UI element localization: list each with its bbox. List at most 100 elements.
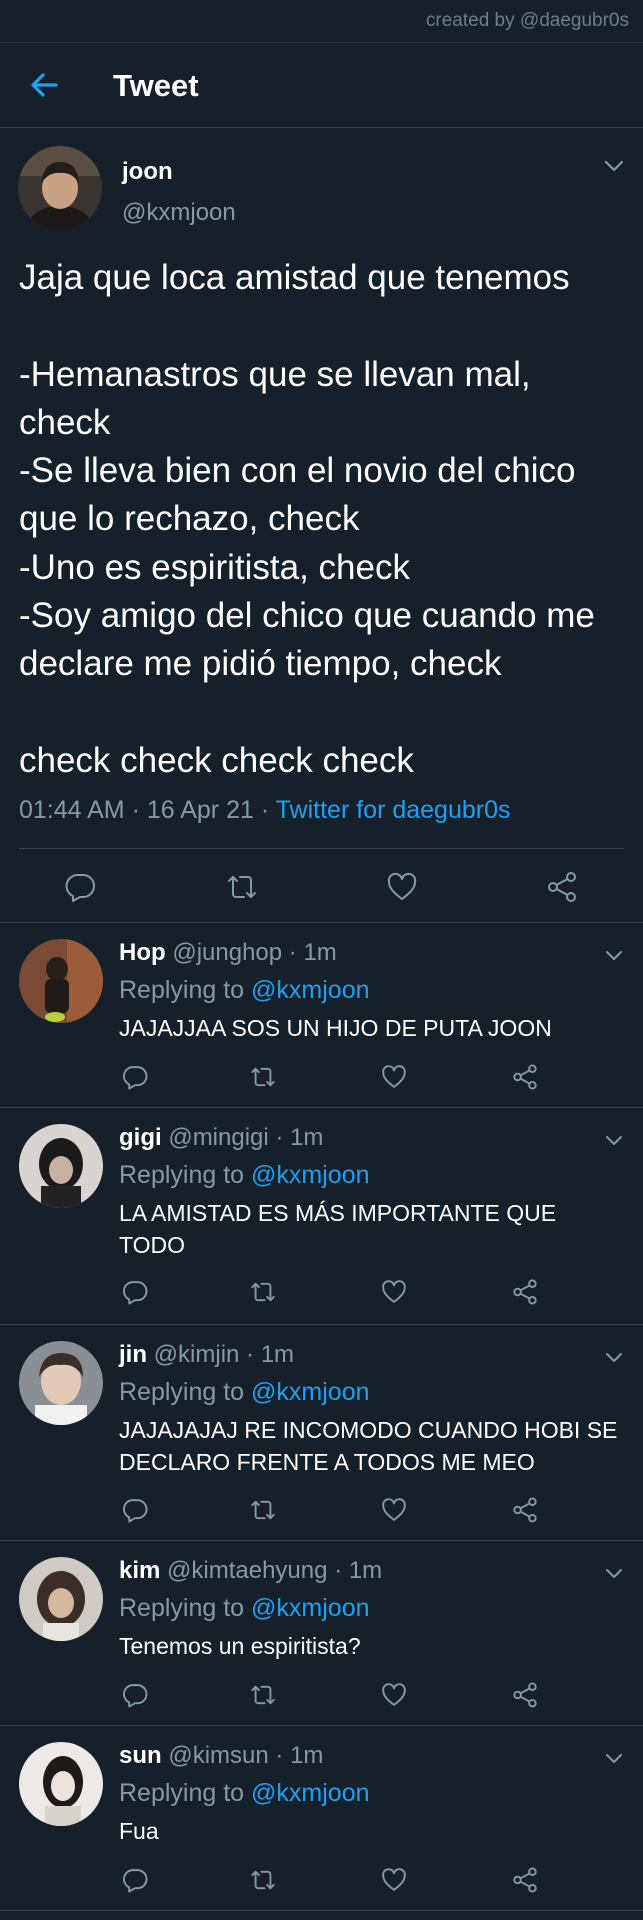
- reply-actions: [0, 1866, 643, 1900]
- chevron-down-icon[interactable]: [604, 1134, 624, 1148]
- retweet-icon[interactable]: [249, 1866, 277, 1894]
- reply-time: 1m: [348, 1557, 383, 1584]
- reply-name[interactable]: jin: [119, 1341, 147, 1368]
- share-icon[interactable]: [511, 1681, 539, 1709]
- author-name[interactable]: joon: [122, 158, 173, 186]
- chevron-down-icon[interactable]: [604, 949, 624, 963]
- heart-icon[interactable]: [380, 1681, 408, 1709]
- retweet-icon[interactable]: [225, 870, 259, 904]
- tweet-date: 16 Apr 21: [146, 796, 254, 824]
- reply-header: kim @kimtaehyung · 1m: [119, 1557, 382, 1585]
- replying-to: Replying to @kxmjoon: [119, 1594, 370, 1623]
- reply-handle[interactable]: @kimtaehyung: [167, 1557, 327, 1584]
- avatar[interactable]: [19, 1341, 103, 1425]
- reply-actions: [0, 1063, 643, 1097]
- chevron-down-icon[interactable]: [604, 1752, 624, 1766]
- replying-to: Replying to @kxmjoon: [119, 1378, 370, 1407]
- replying-prefix: Replying to: [119, 1594, 245, 1622]
- reply-text: Tenemos un espiritista?: [119, 1633, 361, 1659]
- mention-link[interactable]: @kxmjoon: [251, 1779, 369, 1807]
- top-bar: Tweet: [0, 42, 643, 128]
- retweet-icon[interactable]: [249, 1278, 277, 1306]
- reply-time: 1m: [260, 1341, 295, 1368]
- page-title: Tweet: [113, 68, 199, 103]
- retweet-icon[interactable]: [249, 1496, 277, 1524]
- comment-icon[interactable]: [121, 1063, 149, 1091]
- comment-icon[interactable]: [121, 1866, 149, 1894]
- mention-link[interactable]: @kxmjoon: [251, 1161, 369, 1189]
- reply-handle[interactable]: @kimjin: [154, 1341, 240, 1368]
- replying-to: Replying to @kxmjoon: [119, 1779, 370, 1808]
- reply-name[interactable]: gigi: [119, 1124, 162, 1151]
- replying-prefix: Replying to: [119, 976, 245, 1004]
- heart-icon[interactable]: [380, 1063, 408, 1091]
- share-icon[interactable]: [511, 1063, 539, 1091]
- reply-name[interactable]: kim: [119, 1557, 160, 1584]
- reply-text: JAJAJAJAJ RE INCOMODO CUANDO HOBI SE DEC…: [119, 1417, 618, 1475]
- comment-icon[interactable]: [63, 870, 97, 904]
- tweet-source-link[interactable]: Twitter for daegubr0s: [276, 796, 511, 824]
- reply-header: jin @kimjin · 1m: [119, 1341, 294, 1369]
- reply-tweet[interactable]: sun @kimsun · 1m Replying to @kxmjoon Fu…: [0, 1726, 643, 1911]
- reply-text: Fua: [119, 1818, 159, 1844]
- share-icon[interactable]: [511, 1866, 539, 1894]
- tweet-meta: 01:44 AM · 16 Apr 21 · Twitter for daegu…: [19, 796, 511, 825]
- share-icon[interactable]: [511, 1278, 539, 1306]
- meta-separator: ·: [253, 796, 276, 824]
- heart-icon[interactable]: [380, 1496, 408, 1524]
- retweet-icon[interactable]: [249, 1063, 277, 1091]
- replying-prefix: Replying to: [119, 1779, 245, 1807]
- meta-separator: ·: [282, 939, 304, 966]
- mention-link[interactable]: @kxmjoon: [251, 1378, 369, 1406]
- reply-time: 1m: [290, 1124, 324, 1151]
- comment-icon[interactable]: [121, 1681, 149, 1709]
- avatar[interactable]: [19, 939, 103, 1023]
- heart-icon[interactable]: [380, 1278, 408, 1306]
- reply-text: LA AMISTAD ES MÁS IMPORTANTE QUE TODO: [119, 1200, 557, 1258]
- reply-text: JAJAJJAA SOS UN HIJO DE PUTA JOON: [119, 1015, 552, 1041]
- mention-link[interactable]: @kxmjoon: [251, 976, 369, 1004]
- reply-time: 1m: [303, 939, 337, 966]
- meta-separator: ·: [268, 1124, 291, 1151]
- reply-tweet[interactable]: gigi @mingigi · 1m Replying to @kxmjoon …: [0, 1108, 643, 1325]
- main-tweet: joon @kxmjoon Jaja que loca amistad que …: [0, 128, 643, 923]
- reply-header: gigi @mingigi · 1m: [119, 1124, 323, 1152]
- tweet-actions: [0, 864, 643, 914]
- reply-time: 1m: [290, 1742, 324, 1769]
- avatar[interactable]: [19, 1557, 103, 1641]
- share-icon[interactable]: [511, 1496, 539, 1524]
- reply-handle[interactable]: @junghop: [172, 939, 282, 966]
- reply-name[interactable]: Hop: [119, 939, 166, 966]
- reply-tweet[interactable]: kim @kimtaehyung · 1m Replying to @kxmjo…: [0, 1541, 643, 1726]
- reply-header: sun @kimsun · 1m: [119, 1742, 323, 1770]
- comment-icon[interactable]: [121, 1278, 149, 1306]
- replying-prefix: Replying to: [119, 1161, 245, 1189]
- meta-separator: ·: [327, 1557, 349, 1584]
- reply-tweet[interactable]: Hop @junghop · 1m Replying to @kxmjoon J…: [0, 923, 643, 1108]
- reply-handle[interactable]: @mingigi: [168, 1124, 268, 1151]
- retweet-icon[interactable]: [249, 1681, 277, 1709]
- meta-separator: ·: [239, 1341, 261, 1368]
- heart-icon[interactable]: [385, 870, 419, 904]
- reply-actions: [0, 1496, 643, 1530]
- reply-handle[interactable]: @kimsun: [168, 1742, 268, 1769]
- replying-to: Replying to @kxmjoon: [119, 976, 370, 1005]
- chevron-down-icon[interactable]: [604, 1351, 624, 1365]
- chevron-down-icon[interactable]: [604, 1567, 624, 1581]
- reply-name[interactable]: sun: [119, 1742, 162, 1769]
- heart-icon[interactable]: [380, 1866, 408, 1894]
- mention-link[interactable]: @kxmjoon: [251, 1594, 369, 1622]
- reply-header: Hop @junghop · 1m: [119, 939, 337, 967]
- comment-icon[interactable]: [121, 1496, 149, 1524]
- divider: [19, 848, 624, 849]
- reply-tweet[interactable]: jin @kimjin · 1m Replying to @kxmjoon JA…: [0, 1325, 643, 1541]
- avatar[interactable]: [19, 1742, 103, 1826]
- author-handle[interactable]: @kxmjoon: [122, 199, 236, 227]
- back-arrow-icon[interactable]: [26, 67, 62, 103]
- watermark: created by @daegubr0s: [425, 10, 629, 31]
- meta-separator: ·: [268, 1742, 291, 1769]
- share-icon[interactable]: [545, 870, 579, 904]
- avatar[interactable]: [19, 1124, 103, 1208]
- avatar[interactable]: [18, 146, 102, 230]
- chevron-down-icon[interactable]: [603, 158, 625, 174]
